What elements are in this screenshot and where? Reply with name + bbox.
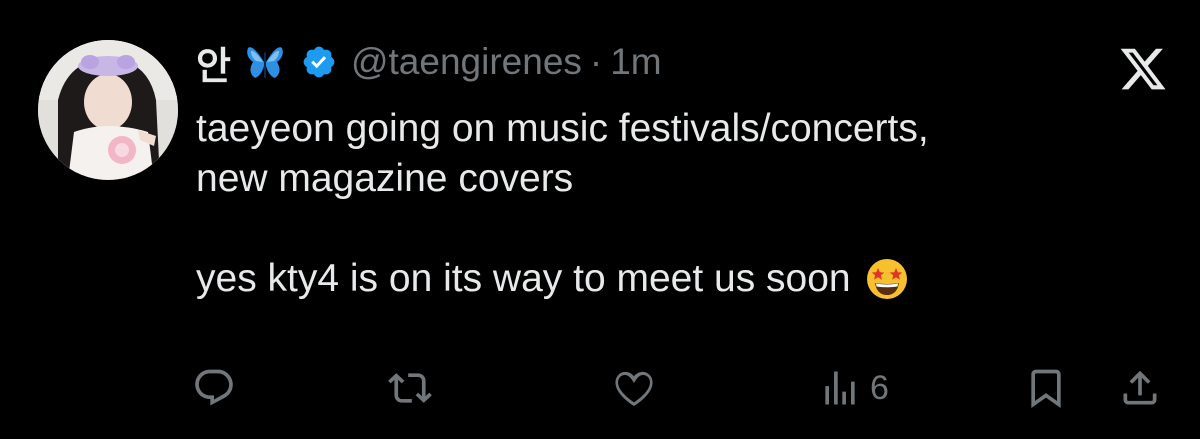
views-button[interactable]: 6 (818, 360, 889, 416)
share-icon (1123, 370, 1157, 405)
views-count: 6 (870, 368, 889, 407)
bookmark-button[interactable] (1024, 360, 1068, 416)
x-logo-icon[interactable] (1118, 44, 1168, 94)
blue-butterfly-icon (245, 42, 285, 82)
display-name[interactable]: 안 (196, 35, 231, 90)
timestamp[interactable]: 1m (610, 41, 661, 83)
bookmark-icon (1031, 369, 1061, 409)
tweet-card[interactable]: 안 @taengirenes · 1m taeyeon going on mus… (0, 0, 1200, 439)
tweet-text-line: yes kty4 is on its way to meet us soon (196, 257, 851, 300)
heart-icon (615, 371, 653, 406)
tweet-text-line: new magazine covers (196, 157, 574, 200)
user-handle[interactable]: @taengirenes (351, 41, 582, 83)
tweet-actions: 6 (0, 360, 1200, 420)
star-struck-emoji (865, 257, 909, 301)
tweet-text: taeyeon going on music festivals/concert… (196, 104, 1156, 304)
tweet-text-line: taeyeon going on music festivals/concert… (196, 107, 929, 150)
tweet-header: 안 @taengirenes · 1m (196, 34, 662, 90)
repost-icon (388, 373, 432, 403)
share-button[interactable] (1118, 360, 1162, 416)
repost-button[interactable] (388, 360, 432, 416)
reply-icon (195, 369, 233, 406)
like-button[interactable] (610, 360, 658, 416)
views-icon (825, 371, 855, 405)
avatar[interactable] (38, 40, 178, 180)
avatar-image (38, 40, 178, 180)
separator-dot: · (589, 41, 603, 82)
verified-badge-icon (301, 44, 337, 80)
reply-button[interactable] (192, 360, 236, 416)
tweet-text-line-3: yes kty4 is on its way to meet us soon (196, 254, 1156, 304)
